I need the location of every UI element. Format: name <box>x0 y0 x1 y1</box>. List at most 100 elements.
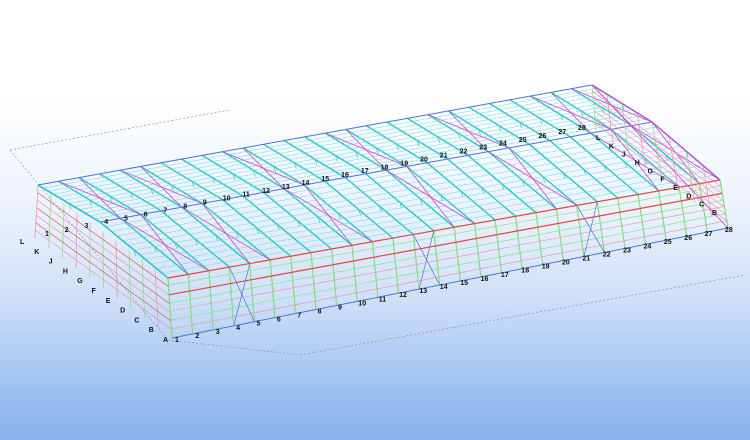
wall-girt <box>170 213 726 321</box>
grid-label-left-B: B <box>149 327 154 334</box>
gable-column <box>154 268 159 329</box>
grid-label-right-G: G <box>648 168 654 175</box>
grid-label-roof-11: 11 <box>242 192 250 199</box>
grid-label-front-27: 27 <box>705 231 713 238</box>
grid-label-roof-8: 8 <box>183 204 187 211</box>
grid-label-roof-10: 10 <box>223 196 231 203</box>
purlin <box>68 103 623 204</box>
grid-label-front-6: 6 <box>277 317 281 324</box>
grid-label-roof-12: 12 <box>262 188 270 195</box>
grid-label-left-J: J <box>49 259 53 266</box>
grid-label-roof-14: 14 <box>302 180 310 187</box>
grid-label-front-22: 22 <box>603 251 611 258</box>
grid-label-front-21: 21 <box>582 256 590 263</box>
grid-labels: 1234567891011121314151617181920212223242… <box>20 125 733 344</box>
purlin <box>63 100 618 201</box>
grid-label-roof-7: 7 <box>163 207 167 214</box>
grid-label-front-25: 25 <box>664 239 672 246</box>
roof-brace <box>508 147 557 210</box>
grid-label-left-K: K <box>34 249 39 256</box>
grid-label-front-16: 16 <box>481 276 489 283</box>
grid-label-front-1: 1 <box>175 337 179 344</box>
grid-label-left-L: L <box>20 239 25 246</box>
grid-label-roof-24: 24 <box>499 141 507 148</box>
grid-label-left-D: D <box>120 308 125 315</box>
grid-label-roof-23: 23 <box>479 145 487 152</box>
ground-line <box>9 109 231 151</box>
gable-column <box>34 184 39 239</box>
roof-structure <box>37 84 721 279</box>
grid-label-front-12: 12 <box>399 292 407 299</box>
grid-label-roof-6: 6 <box>144 211 148 218</box>
grid-label-right-D: D <box>686 193 691 200</box>
roof-brace <box>406 166 455 228</box>
grid-label-roof-1: 1 <box>45 231 49 238</box>
ground-line <box>167 339 301 356</box>
purlin <box>58 97 613 198</box>
gable-column <box>75 212 78 269</box>
grid-label-front-24: 24 <box>644 243 652 250</box>
grid-label-front-17: 17 <box>501 272 509 279</box>
grid-label-front-13: 13 <box>419 288 427 295</box>
grid-label-left-F: F <box>92 288 97 295</box>
grid-label-right-C: C <box>699 202 704 209</box>
grid-label-roof-16: 16 <box>341 172 349 179</box>
grid-label-roof-2: 2 <box>65 227 69 234</box>
roof-brace <box>304 184 353 246</box>
gable-column <box>48 194 52 249</box>
ground-line <box>299 274 746 356</box>
gable-column <box>167 277 173 339</box>
grid-label-roof-22: 22 <box>460 149 468 156</box>
grid-label-front-2: 2 <box>195 333 199 340</box>
gable-brace <box>591 84 729 229</box>
grid-label-roof-28: 28 <box>578 125 586 132</box>
grid-label-roof-5: 5 <box>124 215 128 222</box>
grid-label-front-10: 10 <box>358 300 366 307</box>
grid-label-roof-20: 20 <box>420 156 428 163</box>
grid-label-front-19: 19 <box>542 264 550 271</box>
grid-label-left-E: E <box>106 298 111 305</box>
grid-label-roof-26: 26 <box>539 133 547 140</box>
grid-label-right-J: J <box>622 152 626 159</box>
grid-label-right-L: L <box>596 135 601 142</box>
back-eave <box>37 84 593 186</box>
grid-label-front-26: 26 <box>684 235 692 242</box>
grid-label-front-4: 4 <box>236 325 240 332</box>
grid-label-right-K: K <box>609 143 614 150</box>
grid-label-right-E: E <box>673 185 678 192</box>
purlin <box>53 94 608 195</box>
grid-label-front-20: 20 <box>562 260 570 267</box>
grid-label-roof-4: 4 <box>104 219 108 226</box>
grid-label-roof-27: 27 <box>558 129 566 136</box>
grid-label-front-11: 11 <box>379 296 387 303</box>
wall-girt <box>171 220 727 330</box>
model-viewport[interactable]: 1 2 3 4 5 6 7 8 9 10 11 12 13 14 15 16 17 18 19 20 21 22 23 24 2… <box>0 0 750 440</box>
grid-label-front-14: 14 <box>440 284 448 291</box>
grid-label-front-9: 9 <box>338 304 342 311</box>
grid-label-roof-25: 25 <box>519 137 527 144</box>
grid-label-roof-15: 15 <box>321 176 329 183</box>
grid-label-right-H: H <box>635 160 640 167</box>
roof-brace <box>201 203 251 264</box>
grid-label-left-G: G <box>77 278 83 285</box>
grid-label-roof-17: 17 <box>361 168 369 175</box>
grid-label-roof-19: 19 <box>400 160 408 167</box>
roof-brace <box>140 214 189 275</box>
grid-label-front-28: 28 <box>725 227 733 234</box>
grid-label-roof-18: 18 <box>381 164 389 171</box>
grid-label-roof-21: 21 <box>440 153 448 160</box>
grid-label-front-8: 8 <box>318 309 322 316</box>
wall-girt <box>168 185 722 286</box>
grid-label-front-3: 3 <box>216 329 220 336</box>
grid-label-front-15: 15 <box>460 280 468 287</box>
steel-frame-model[interactable]: 1234567891011121314151617181920212223242… <box>0 0 750 440</box>
grid-label-roof-13: 13 <box>282 184 290 191</box>
grid-label-left-A: A <box>163 337 168 344</box>
grid-label-front-18: 18 <box>521 268 529 275</box>
grid-label-roof-9: 9 <box>203 200 207 207</box>
purlin <box>79 109 633 210</box>
grid-label-front-5: 5 <box>257 321 261 328</box>
grid-label-right-F: F <box>660 177 665 184</box>
grid-label-front-23: 23 <box>623 247 631 254</box>
grid-label-left-C: C <box>134 317 139 324</box>
